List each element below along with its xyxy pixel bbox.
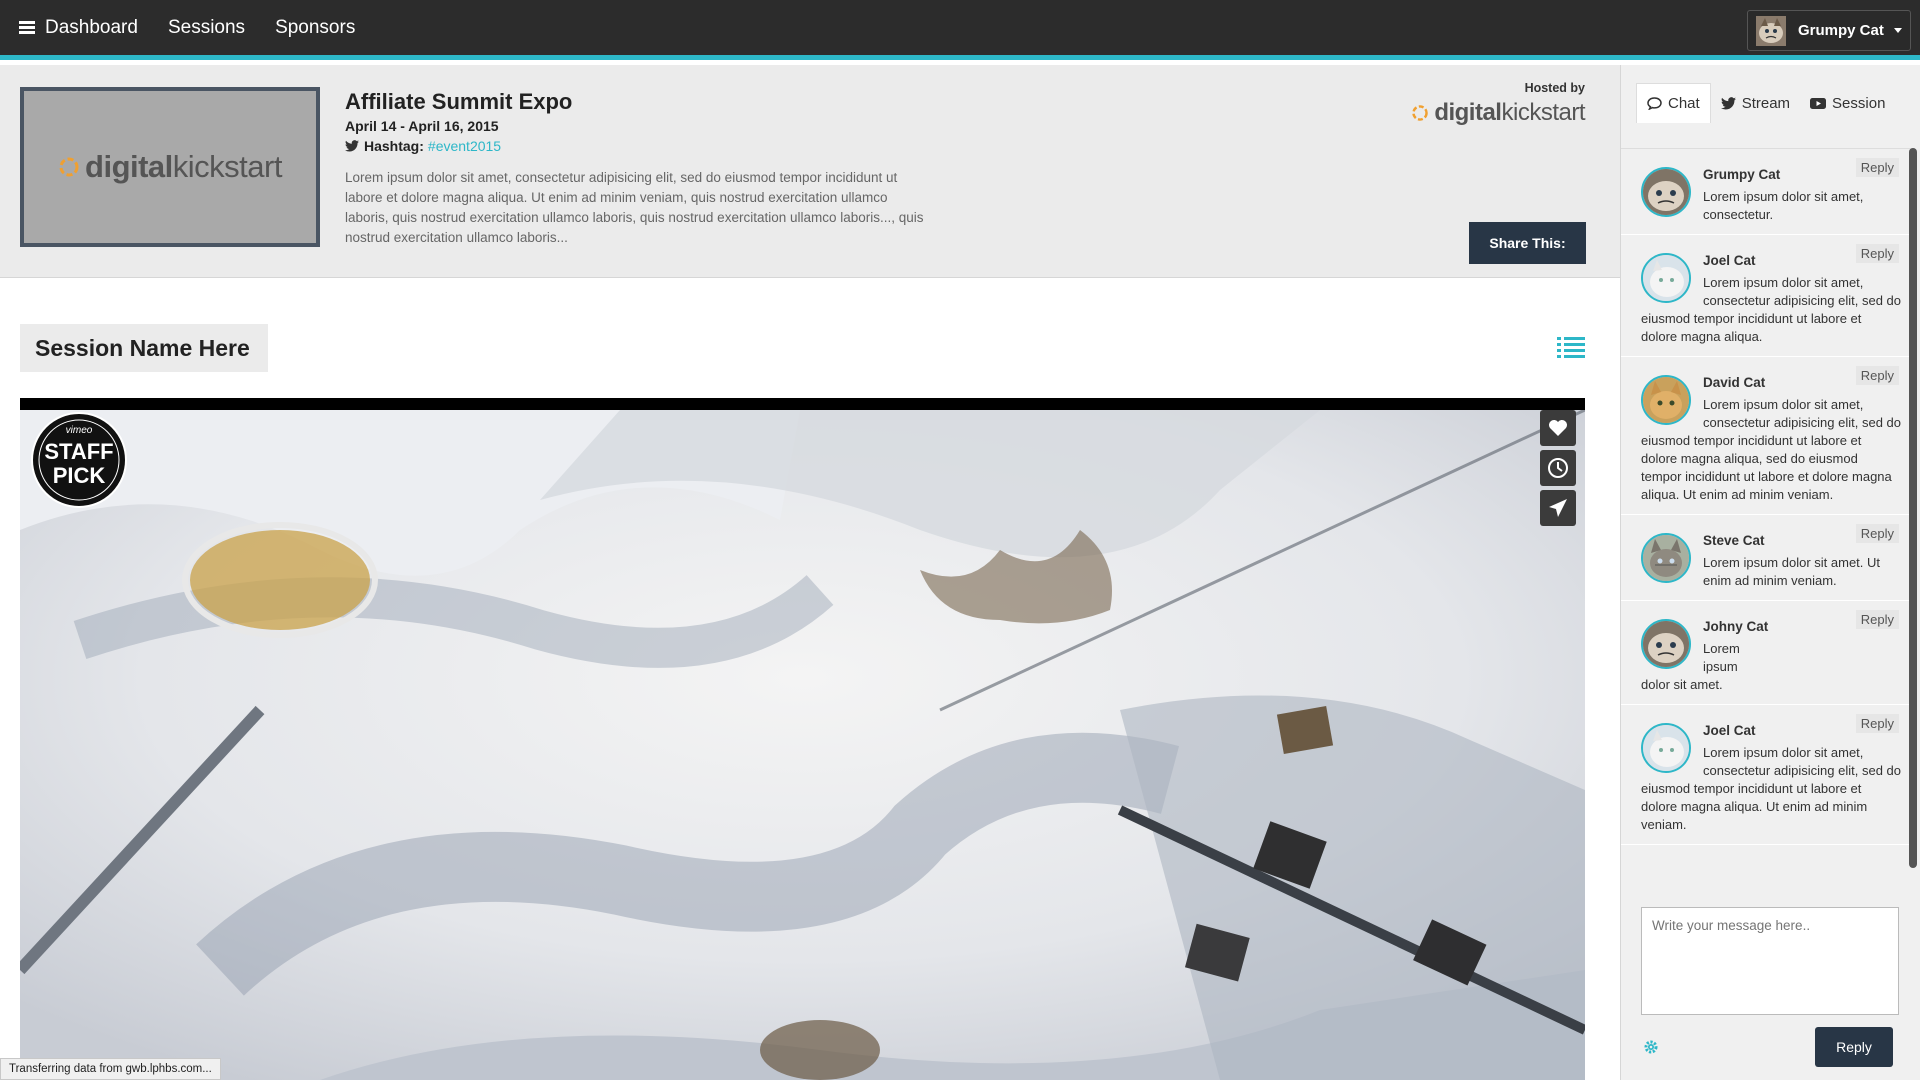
reply-link[interactable]: Reply xyxy=(1855,158,1899,177)
video-top-band xyxy=(20,398,1585,410)
send-reply-button[interactable]: Reply xyxy=(1815,1027,1893,1067)
avatar xyxy=(1641,167,1691,217)
vimeo-staff-pick-badge: vimeo STAFF PICK xyxy=(31,412,127,508)
event-hashtag: Hashtag: #event2015 xyxy=(345,138,501,154)
chat-message: Joel Cat Lorem ipsum dolor sit amet, con… xyxy=(1621,235,1911,357)
tab-chat-label: Chat xyxy=(1668,95,1700,112)
chat-message: Johny Cat Lorem ipsum dolor sit amet. Re… xyxy=(1621,601,1911,705)
user-name: Grumpy Cat xyxy=(1798,22,1884,39)
reply-link[interactable]: Reply xyxy=(1855,524,1899,543)
avatar xyxy=(1641,253,1691,303)
logo-text-light: kickstart xyxy=(172,149,283,184)
event-description: Lorem ipsum dolor sit amet, consectetur … xyxy=(345,170,924,245)
comment-icon xyxy=(1647,97,1662,110)
avatar xyxy=(1641,619,1691,669)
hosted-by-label: Hosted by xyxy=(1524,81,1585,95)
avatar xyxy=(1641,533,1691,583)
share-video-button[interactable] xyxy=(1540,490,1576,526)
staff-pick-top-text: vimeo xyxy=(66,425,93,436)
nav-sessions[interactable]: Sessions xyxy=(168,17,245,39)
heart-icon xyxy=(1549,420,1567,436)
staff-pick-line2: PICK xyxy=(53,463,106,488)
host-logo: digital kickstart xyxy=(1411,99,1585,127)
youtube-icon xyxy=(1810,97,1827,109)
reply-link[interactable]: Reply xyxy=(1855,714,1899,733)
event-logo: digital kickstart xyxy=(20,87,320,247)
logo-text-light: kickstart xyxy=(1501,99,1585,126)
chat-tabs: Chat Stream Session xyxy=(1636,83,1895,123)
digitalkickstart-logo-icon xyxy=(59,157,79,177)
avatar xyxy=(1641,375,1691,425)
nav-sessions-label: Sessions xyxy=(167,16,246,38)
share-button[interactable]: Share This: xyxy=(1469,222,1586,264)
event-header: digital kickstart Affiliate Summit Expo A… xyxy=(0,65,1620,278)
gear-icon[interactable] xyxy=(1643,1039,1659,1055)
reply-link[interactable]: Reply xyxy=(1855,366,1899,385)
chat-message: David Cat Lorem ipsum dolor sit amet, co… xyxy=(1621,357,1911,515)
chat-message: Steve Cat Lorem ipsum dolor sit amet. Ut… xyxy=(1621,515,1911,601)
chat-scrollbar[interactable] xyxy=(1909,148,1917,868)
nav-dashboard[interactable]: Dashboard xyxy=(19,17,138,39)
reply-link[interactable]: Reply xyxy=(1855,244,1899,263)
nav-sponsors-label: Sponsors xyxy=(275,16,356,38)
logo-text-bold: digital xyxy=(1434,99,1502,126)
chat-message-input[interactable] xyxy=(1641,907,1899,1015)
like-button[interactable] xyxy=(1540,410,1576,446)
logo-text-bold: digital xyxy=(85,149,173,184)
top-navbar: Dashboard Sessions Sponsors Grumpy Cat xyxy=(0,0,1920,60)
hamburger-icon xyxy=(19,20,35,35)
twitter-icon xyxy=(345,140,359,152)
twitter-icon xyxy=(1720,96,1736,109)
chat-message: Grumpy Cat Lorem ipsum dolor sit amet, c… xyxy=(1621,149,1911,235)
chat-message-list[interactable]: Grumpy Cat Lorem ipsum dolor sit amet, c… xyxy=(1621,148,1911,948)
hashtag-label: Hashtag: xyxy=(364,138,424,154)
chat-panel: Chat Stream Session Grumpy Cat Lorem ips… xyxy=(1620,65,1920,1080)
session-name: Session Name Here xyxy=(20,324,268,372)
hashtag-link[interactable]: #event2015 xyxy=(428,138,501,154)
list-view-icon[interactable] xyxy=(1557,336,1585,358)
video-player[interactable]: vimeo STAFF PICK xyxy=(20,398,1585,1080)
user-menu-dropdown[interactable]: Grumpy Cat xyxy=(1747,10,1911,51)
caret-down-icon xyxy=(1893,28,1902,33)
nav-dashboard-label: Dashboard xyxy=(45,16,138,38)
browser-status-bar: Transferring data from gwb.lphbs.com... xyxy=(0,1058,221,1080)
digitalkickstart-logo-icon xyxy=(1412,105,1429,121)
event-title: Affiliate Summit Expo xyxy=(345,89,573,114)
reply-link[interactable]: Reply xyxy=(1855,610,1899,629)
event-dates: April 14 - April 16, 2015 xyxy=(345,118,499,134)
user-avatar xyxy=(1756,15,1786,46)
tab-stream[interactable]: Stream xyxy=(1711,83,1800,123)
video-frame-snow-image xyxy=(20,410,1585,1080)
tab-chat[interactable]: Chat xyxy=(1636,83,1711,123)
tab-session-label: Session xyxy=(1832,94,1886,112)
tab-stream-label: Stream xyxy=(1741,94,1791,112)
watch-later-button[interactable] xyxy=(1540,450,1576,486)
paper-plane-icon xyxy=(1549,499,1567,517)
nav-sponsors[interactable]: Sponsors xyxy=(275,17,355,39)
avatar xyxy=(1641,723,1691,773)
chat-message: Joel Cat Lorem ipsum dolor sit amet, con… xyxy=(1621,705,1911,845)
staff-pick-line1: STAFF xyxy=(44,439,113,464)
clock-icon xyxy=(1548,458,1568,478)
tab-session[interactable]: Session xyxy=(1800,83,1895,123)
